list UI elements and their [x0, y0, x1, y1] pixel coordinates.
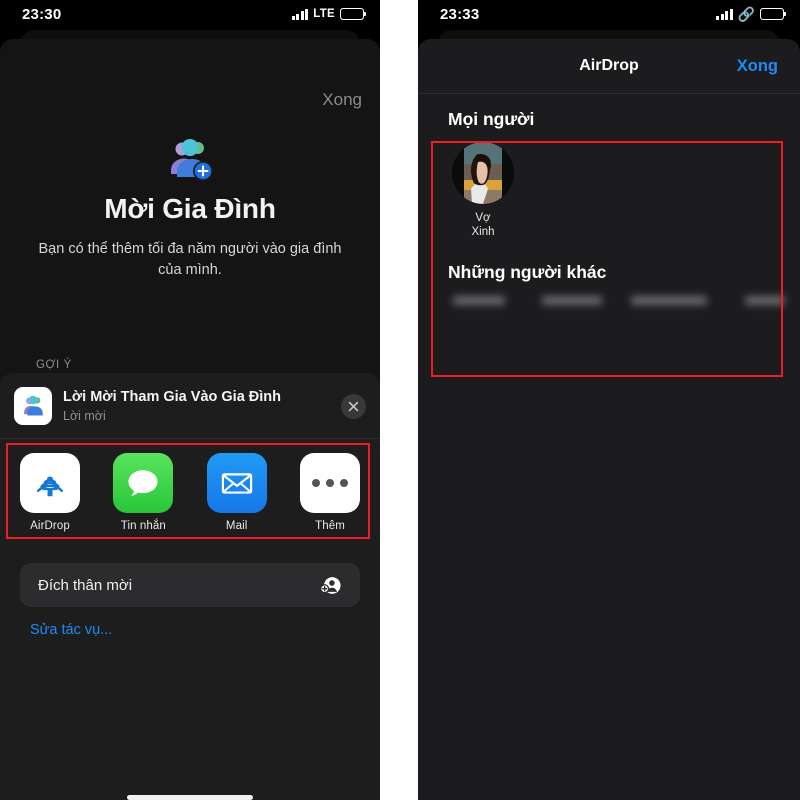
person-name-line2: Xinh — [471, 226, 495, 239]
airdrop-person-blurred[interactable] — [537, 295, 606, 305]
share-item-title: Lời Mời Tham Gia Vào Gia Đình — [63, 388, 282, 405]
blurred-contact-name — [630, 295, 707, 305]
contact-photo-avatar — [452, 142, 514, 204]
invite-person-icon — [320, 576, 341, 594]
messages-bubble-glyph — [128, 470, 158, 496]
airdrop-person[interactable]: Vợ Xinh — [444, 142, 522, 240]
three-dots-glyph — [311, 479, 348, 487]
people-section-title: Mọi người — [448, 109, 535, 129]
messages-icon — [113, 453, 174, 513]
contact-photo-glyph — [452, 142, 514, 204]
invite-hero: Mời Gia Đình Bạn có thể thêm tối đa năm … — [0, 137, 380, 280]
more-dots-icon — [299, 453, 360, 513]
close-x-icon[interactable] — [341, 393, 366, 419]
airdrop-body: Mọi người Vợ Xinh Những người khác — [418, 95, 800, 800]
share-app-messages[interactable]: Tin nhắn — [105, 453, 181, 532]
airdrop-person-blurred[interactable] — [630, 295, 707, 305]
personal-hotspot-link-icon: 🔗 — [737, 6, 755, 22]
family-group-glyph — [24, 395, 43, 416]
airdrop-icon — [20, 453, 80, 513]
battery-low-icon — [340, 8, 367, 20]
right-phone-screenshot: 23:33 🔗 AirDrop Xong Mọi người Vợ Xinh N… — [418, 0, 800, 800]
status-bar-right: 23:33 🔗 — [418, 0, 800, 28]
share-app-row: AirDrop Tin nhắn Mail Thêm — [0, 453, 380, 532]
network-type-label: LTE — [313, 8, 335, 20]
share-app-mail[interactable]: Mail — [199, 453, 275, 532]
others-list — [418, 283, 800, 305]
share-sheet-divider — [0, 438, 380, 439]
cellular-bars-icon — [716, 8, 733, 20]
suggestions-header: GỢI Ý — [36, 359, 72, 371]
status-bar-left: 23:30 LTE — [0, 0, 380, 28]
share-app-more[interactable]: Thêm — [292, 453, 368, 532]
airdrop-title: AirDrop — [579, 57, 639, 74]
blurred-contact-name — [541, 295, 602, 305]
share-item-subtitle: Lời mời — [63, 409, 106, 424]
home-indicator — [127, 795, 253, 800]
airdrop-person-blurred[interactable] — [444, 295, 513, 305]
person-name-line1: Vợ — [475, 212, 491, 224]
share-app-airdrop[interactable]: AirDrop — [12, 453, 88, 532]
blurred-contact-name — [452, 295, 505, 305]
share-sheet-header: Lời Mời Tham Gia Vào Gia Đình Lời mời — [0, 373, 380, 438]
share-item-info: Lời Mời Tham Gia Vào Gia Đình Lời mời — [63, 389, 330, 423]
share-app-label: AirDrop — [30, 520, 70, 532]
battery-low-icon — [760, 8, 787, 20]
status-time: 23:30 — [22, 5, 62, 23]
share-app-label: Thêm — [315, 520, 345, 532]
envelope-glyph — [221, 473, 252, 494]
page-title: Mời Gia Đình — [104, 193, 276, 224]
sheet-done-button[interactable]: Xong — [322, 91, 362, 108]
airdrop-glyph — [36, 476, 64, 497]
airdrop-done-button[interactable]: Xong — [737, 57, 778, 76]
people-list: Vợ Xinh — [418, 130, 800, 240]
airdrop-navbar: AirDrop Xong — [418, 39, 800, 94]
left-phone-screenshot: 23:30 LTE Xong Mời Gia Đình Bạn có thể t… — [0, 0, 380, 800]
mail-envelope-icon — [206, 453, 267, 513]
action-row-invite-in-person[interactable]: Đích thân mời — [20, 563, 360, 607]
share-app-label: Tin nhắn — [120, 520, 166, 532]
action-label: Đích thân mời — [38, 576, 133, 594]
status-indicators: 🔗 — [716, 6, 787, 22]
status-time: 23:33 — [440, 5, 480, 23]
screenshot-root: 23:30 LTE Xong Mời Gia Đình Bạn có thể t… — [0, 0, 800, 800]
family-invitation-app-icon — [14, 387, 52, 425]
family-group-add-icon — [171, 139, 213, 181]
airdrop-person-blurred[interactable] — [731, 295, 800, 305]
edit-actions-link[interactable]: Sửa tác vụ... — [30, 622, 112, 638]
blurred-contact-name — [745, 295, 786, 305]
cellular-bars-icon — [291, 8, 309, 20]
others-section-title: Những người khác — [448, 261, 607, 282]
airdrop-sheet: AirDrop Xong Mọi người Vợ Xinh Những ngư… — [418, 39, 800, 800]
page-subtitle: Bạn có thể thêm tối đa năm người vào gia… — [38, 241, 342, 278]
close-x-glyph — [348, 401, 359, 411]
status-indicators: LTE — [291, 8, 367, 20]
share-app-label: Mail — [225, 520, 248, 532]
